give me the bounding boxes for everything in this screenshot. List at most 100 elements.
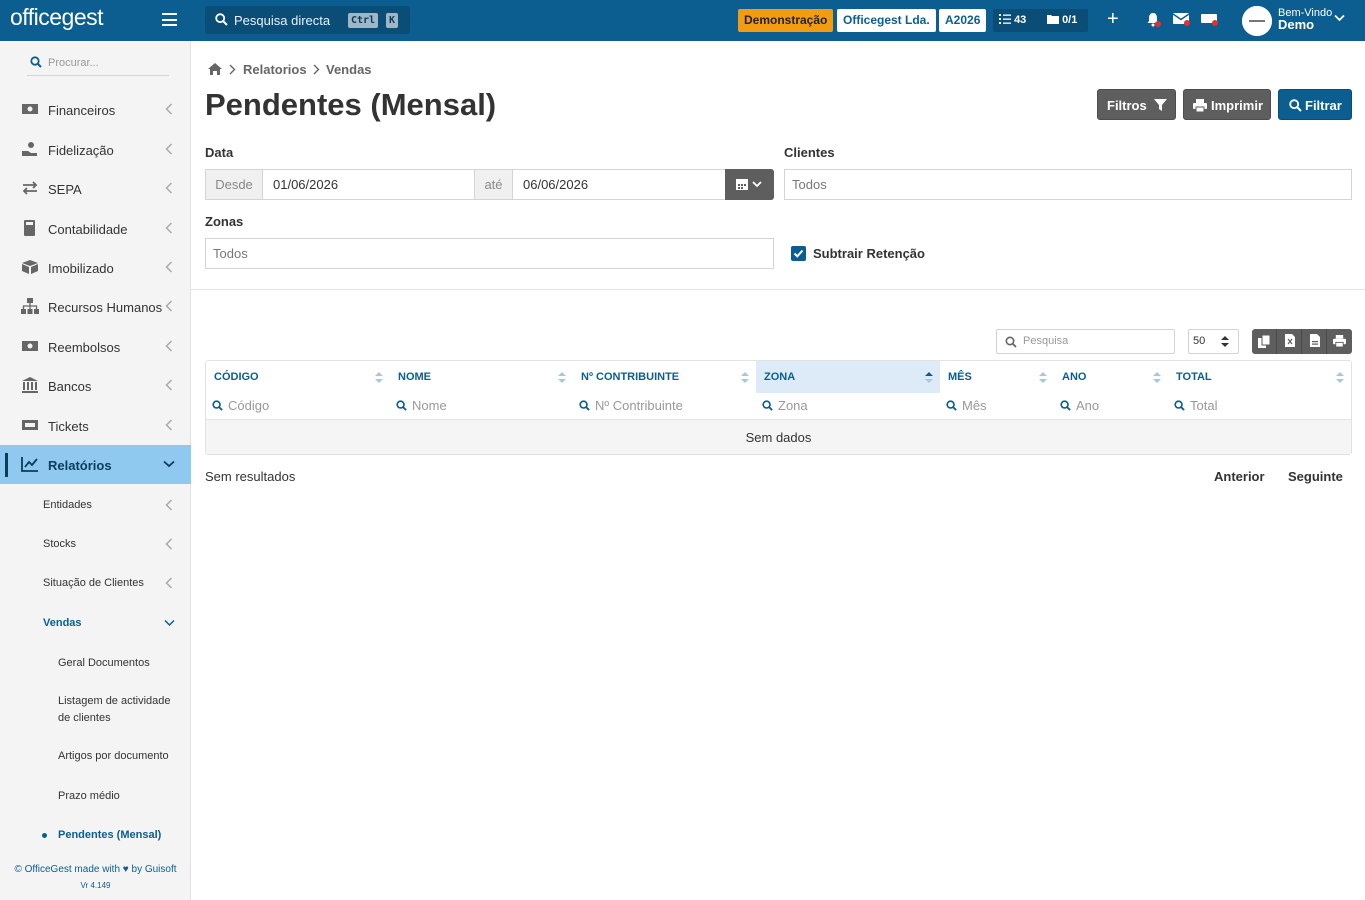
column-filter-placeholder: Código xyxy=(228,398,270,413)
sidebar-item-fidelizacao[interactable]: Fidelização xyxy=(0,130,191,169)
global-search[interactable]: Pesquisa directa Ctrl K xyxy=(205,6,410,34)
folder-icon xyxy=(1047,15,1059,24)
sidebar-vendas-pendentes-mensal[interactable]: Pendentes (Mensal) xyxy=(58,827,183,844)
sidebar-item-reembolsos[interactable]: Reembolsos xyxy=(0,327,191,366)
ate-addon: até xyxy=(474,169,513,200)
company-badge[interactable]: Officegest Lda. xyxy=(837,9,936,32)
column-filter-placeholder: Ano xyxy=(1076,398,1100,413)
table-empty-row: Sem dados xyxy=(206,419,1351,454)
data-label: Data xyxy=(205,145,234,160)
column-header-mes[interactable]: MÊS xyxy=(940,361,1054,393)
sidebar-search[interactable]: Procurar... xyxy=(27,53,169,76)
column-filter-zona[interactable]: Zona xyxy=(756,393,940,419)
pdf-button[interactable] xyxy=(1302,329,1327,354)
date-to-input[interactable]: 06/06/2026 xyxy=(512,169,726,200)
sidebar-sub-label: Entidades xyxy=(43,499,92,511)
column-header-total[interactable]: TOTAL xyxy=(1168,361,1351,393)
date-from-input[interactable]: 01/06/2026 xyxy=(262,169,475,200)
messages-icon[interactable] xyxy=(1172,12,1190,28)
print-button[interactable]: Imprimir xyxy=(1183,89,1271,120)
home-icon[interactable] xyxy=(207,62,223,76)
sort-icon xyxy=(1039,372,1047,383)
sidebar-item-label: Relatórios xyxy=(48,458,112,473)
kbd-ctrl: Ctrl xyxy=(348,13,379,28)
counters[interactable]: 43 0/1 xyxy=(993,9,1088,32)
top-bar: officegest Pesquisa directa Ctrl K Demon… xyxy=(0,0,1365,41)
notifications-icon[interactable] xyxy=(1146,12,1161,30)
sidebar-vendas-prazo-medio[interactable]: Prazo médio xyxy=(58,788,183,805)
table-search-input[interactable]: Pesquisa xyxy=(996,329,1175,354)
sidebar-item-label: Bancos xyxy=(48,379,92,394)
tasks-counter[interactable]: 43 xyxy=(999,9,1026,32)
docs-counter[interactable]: 0/1 xyxy=(1047,9,1077,32)
column-header-codigo[interactable]: CÓDIGO xyxy=(206,361,390,393)
column-filter-codigo[interactable]: Código xyxy=(206,393,390,419)
date-range-button[interactable] xyxy=(725,169,774,200)
filters-button[interactable]: Filtros xyxy=(1097,89,1176,120)
column-filter-placeholder: Mês xyxy=(962,398,987,413)
chevron-left-icon xyxy=(165,499,173,511)
excel-button[interactable] xyxy=(1277,329,1302,354)
apply-filter-button[interactable]: Filtrar xyxy=(1278,89,1352,120)
column-filter-mes[interactable]: Mês xyxy=(940,393,1054,419)
sidebar-item-tickets[interactable]: Tickets xyxy=(0,406,191,445)
column-header-nome[interactable]: NOME xyxy=(390,361,573,393)
column-header-zona[interactable]: ZONA xyxy=(756,361,940,393)
column-filter-placeholder: Nº Contribuinte xyxy=(595,398,683,413)
breadcrumb-vendas[interactable]: Vendas xyxy=(326,62,372,77)
page-size-value: 50 xyxy=(1193,335,1206,347)
sidebar-item-bancos[interactable]: Bancos xyxy=(0,366,191,405)
officegest-logo[interactable]: officegest xyxy=(10,4,104,31)
tickets-icon[interactable] xyxy=(1201,12,1218,28)
column-header-contribuinte[interactable]: Nº CONTRIBUINTE xyxy=(573,361,756,393)
calculator-icon xyxy=(24,220,35,236)
subtrair-retencao-label[interactable]: Subtrair Retenção xyxy=(813,246,925,261)
print-table-button[interactable] xyxy=(1327,329,1352,354)
avatar[interactable] xyxy=(1242,6,1272,36)
clientes-select[interactable]: Todos xyxy=(784,169,1352,200)
calendar-icon xyxy=(736,179,748,190)
sidebar-vendas-geral-documentos[interactable]: Geral Documentos xyxy=(58,655,183,672)
sidebar-item-financeiros[interactable]: Financeiros xyxy=(0,90,191,129)
previous-page-button[interactable]: Anterior xyxy=(1214,469,1265,484)
column-header-label: CÓDIGO xyxy=(214,371,259,383)
sidebar-item-sepa[interactable]: SEPA xyxy=(0,169,191,208)
zonas-select[interactable]: Todos xyxy=(205,238,774,269)
chevron-left-icon xyxy=(165,300,173,312)
copy-button[interactable] xyxy=(1252,329,1277,354)
sidebar-sub-label: Situação de Clientes xyxy=(43,577,144,589)
column-header-ano[interactable]: ANO xyxy=(1054,361,1168,393)
column-filter-nome[interactable]: Nome xyxy=(390,393,573,419)
column-filter-total[interactable]: Total xyxy=(1168,393,1351,419)
hamburger-menu-icon[interactable] xyxy=(162,13,177,26)
breadcrumb-relatorios[interactable]: Relatorios xyxy=(243,62,307,77)
year-badge[interactable]: A2026 xyxy=(939,9,987,32)
column-filter-placeholder: Nome xyxy=(412,398,447,413)
clientes-label: Clientes xyxy=(784,145,835,160)
column-filter-contribuinte[interactable]: Nº Contribuinte xyxy=(573,393,756,419)
column-filter-ano[interactable]: Ano xyxy=(1054,393,1168,419)
add-icon[interactable]: + xyxy=(1107,8,1119,31)
subtrair-retencao-checkbox[interactable] xyxy=(791,246,806,261)
chart-icon xyxy=(21,457,38,472)
sidebar-vendas-artigos-documento[interactable]: Artigos por documento xyxy=(58,748,183,765)
sidebar-vendas-listagem-actividade[interactable]: Listagem de actividade de clientes xyxy=(58,693,183,727)
page-size-select[interactable]: 50 xyxy=(1188,329,1239,354)
sidebar-item-contabilidade[interactable]: Contabilidade xyxy=(0,209,191,248)
chevron-down-icon[interactable] xyxy=(1334,14,1345,22)
chevron-left-icon xyxy=(165,143,173,155)
user-welcome[interactable]: Bem-Vindo Demo xyxy=(1278,7,1332,31)
search-icon xyxy=(762,400,773,411)
column-filter-placeholder: Total xyxy=(1190,398,1218,413)
demo-badge[interactable]: Demonstração xyxy=(738,9,834,32)
chevron-left-icon xyxy=(165,103,173,115)
print-icon xyxy=(1333,335,1346,347)
footer-credits[interactable]: © OfficeGest made with ♥ by Guisoft xyxy=(0,864,191,875)
tasks-icon xyxy=(999,14,1011,24)
sidebar-sub-label: Vendas xyxy=(43,617,82,629)
sidebar-item-recursos-humanos[interactable]: Recursos Humanos xyxy=(0,287,191,326)
filters-button-label: Filtros xyxy=(1107,98,1147,113)
sidebar-item-imobilizado[interactable]: Imobilizado xyxy=(0,248,191,287)
next-page-button[interactable]: Seguinte xyxy=(1288,469,1343,484)
sidebar-item-relatorios[interactable]: Relatórios xyxy=(0,445,191,484)
